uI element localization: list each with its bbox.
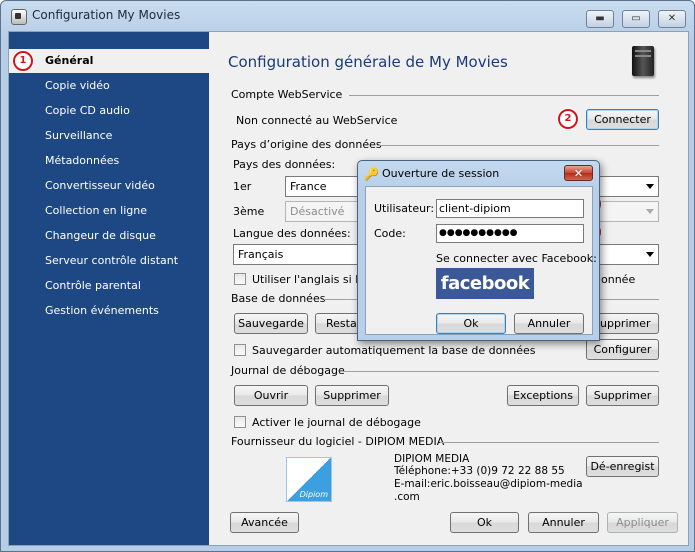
section-origin: Pays d’origine des données [231, 138, 382, 151]
countries-label: Pays des données: [233, 158, 336, 171]
user-label: Utilisateur: [374, 202, 435, 215]
facebook-login-button[interactable]: facebook [436, 268, 534, 299]
sidebar-item-metadata[interactable]: Métadonnées [9, 149, 209, 173]
delete-db-button[interactable]: upprimer [595, 313, 659, 334]
divider [440, 442, 659, 443]
english-fallback-checkbox[interactable] [234, 273, 246, 285]
auto-save-label: Sauvegarder automatiquement la base de d… [252, 344, 536, 357]
sidebar-item-label: Convertisseur vidéo [45, 179, 155, 192]
close-icon[interactable]: ✕ [564, 165, 593, 181]
key-icon: 🔑 [364, 167, 379, 181]
vendor-email: E-mail:eric.boisseau@dipiom-media [394, 478, 583, 490]
chevron-down-icon [646, 252, 654, 257]
vendor-phone: Téléphone:+33 (0)9 72 22 88 55 [394, 465, 565, 477]
facebook-label: Se connecter avec Facebook: [436, 252, 597, 265]
server-icon [632, 46, 654, 76]
dipiom-logo-text: Dipiom [299, 490, 328, 499]
divider [377, 145, 659, 146]
sidebar-item-parental-control[interactable]: Contrôle parental [9, 274, 209, 298]
third-country-value: Désactivé [290, 205, 345, 218]
cancel-button[interactable]: Annuler [528, 512, 599, 533]
sidebar-item-general[interactable]: Général [9, 49, 209, 73]
sidebar-item-label: Copie vidéo [45, 79, 110, 92]
window-title: Configuration My Movies [32, 8, 181, 22]
app-icon [11, 9, 27, 25]
sidebar-item-event-management[interactable]: Gestion événements [9, 299, 209, 323]
auto-save-checkbox[interactable] [234, 344, 246, 356]
delete-exceptions-button[interactable]: Supprimer [586, 385, 659, 406]
first-country-label: 1er [233, 180, 252, 193]
enable-debug-checkbox[interactable] [234, 416, 246, 428]
sidebar-item-label: Collection en ligne [45, 204, 147, 217]
sidebar-item-remote-server[interactable]: Serveur contrôle distant [9, 249, 209, 273]
annotation-badge-1: 1 [13, 51, 33, 71]
ok-button[interactable]: Ok [450, 512, 519, 533]
sidebar-item-label: Copie CD audio [45, 104, 130, 117]
sidebar-item-label: Contrôle parental [45, 279, 141, 292]
chevron-down-icon [646, 184, 654, 189]
open-log-button[interactable]: Ouvrir [234, 385, 308, 406]
chevron-down-icon [646, 209, 654, 214]
english-fallback-label-end: onnée [601, 273, 636, 286]
code-input[interactable]: ●●●●●●●●●● [436, 224, 584, 243]
apply-button[interactable]: Appliquer [607, 512, 678, 533]
first-country-value: France [290, 180, 327, 193]
sidebar-item-online-collection[interactable]: Collection en ligne [9, 199, 209, 223]
section-vendor: Fournisseur du logiciel - DIPIOM MEDIA [231, 435, 445, 448]
sidebar-item-label: Changeur de disque [45, 229, 156, 242]
sidebar-item-video-copy[interactable]: Copie vidéo [9, 74, 209, 98]
sidebar-item-label: Général [45, 54, 94, 67]
sidebar-item-label: Surveillance [45, 129, 113, 142]
vendor-email-cont: .com [394, 491, 420, 503]
webservice-status: Non connecté au WebService [236, 114, 398, 127]
close-button[interactable]: ✕ [658, 10, 686, 28]
delete-log-button[interactable]: Supprimer [315, 385, 389, 406]
title-bar[interactable]: Configuration My Movies ▬ ▭ ✕ [1, 1, 694, 31]
english-fallback-label: Utiliser l'anglais si le [252, 273, 366, 286]
dialog-body: Utilisateur: client-dipiom Code: ●●●●●●●… [365, 186, 597, 335]
sidebar-item-monitoring[interactable]: Surveillance [9, 124, 209, 148]
annotation-badge-2: 2 [558, 109, 578, 129]
sidebar-item-video-converter[interactable]: Convertisseur vidéo [9, 174, 209, 198]
dialog-ok-button[interactable]: Ok [436, 313, 506, 334]
enable-debug-label: Activer le journal de débogage [252, 416, 421, 429]
user-input[interactable]: client-dipiom [436, 199, 584, 218]
backup-button[interactable]: Sauvegarde [234, 313, 308, 334]
dipiom-logo: Dipiom [286, 457, 332, 502]
sidebar-item-disc-changer[interactable]: Changeur de disque [9, 224, 209, 248]
minimize-button[interactable]: ▬ [586, 10, 614, 28]
advanced-button[interactable]: Avancée [230, 512, 299, 533]
section-webservice: Compte WebService [231, 88, 343, 101]
language-label: Langue des données: [233, 227, 351, 240]
section-database: Base de données [231, 292, 326, 305]
section-debug-log: Journal de débogage [231, 364, 345, 377]
maximize-button[interactable]: ▭ [622, 10, 650, 28]
language-value: Français [238, 248, 284, 261]
divider [344, 371, 659, 372]
sidebar-item-label: Gestion événements [45, 304, 159, 317]
sidebar: Général Copie vidéo Copie CD audio Surve… [9, 32, 209, 545]
dialog-title: Ouverture de session [382, 167, 500, 180]
code-label: Code: [374, 227, 406, 240]
third-country-label: 3ème [233, 205, 265, 218]
exceptions-button[interactable]: Exceptions [507, 385, 579, 406]
divider [349, 95, 659, 96]
configure-button[interactable]: Configurer [586, 339, 659, 360]
unregister-button[interactable]: Dé-enregist [586, 456, 659, 477]
page-title: Configuration générale de My Movies [228, 53, 508, 71]
sidebar-item-audio-cd[interactable]: Copie CD audio [9, 99, 209, 123]
sidebar-item-label: Serveur contrôle distant [45, 254, 179, 267]
login-dialog: 🔑 Ouverture de session ✕ Utilisateur: cl… [357, 160, 600, 341]
connect-button[interactable]: Connecter [586, 109, 659, 130]
vendor-name: DIPIOM MEDIA [394, 453, 470, 465]
sidebar-item-label: Métadonnées [45, 154, 120, 167]
dialog-cancel-button[interactable]: Annuler [514, 313, 584, 334]
